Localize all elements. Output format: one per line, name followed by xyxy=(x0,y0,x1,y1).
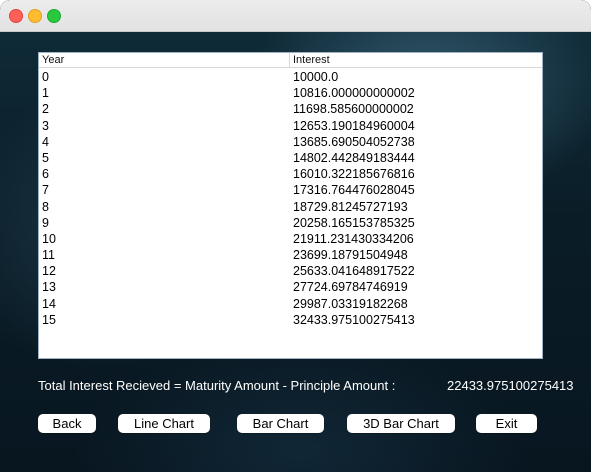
year-cell: 12 xyxy=(42,264,56,279)
interest-cell: 21911.231430334206 xyxy=(293,231,414,246)
summary-value: 22433.975100275413 xyxy=(447,378,574,393)
interest-cell: 29987.03319182268 xyxy=(293,296,408,311)
exit-button[interactable]: Exit xyxy=(476,414,537,433)
interest-cell: 18729.81245727193 xyxy=(293,199,408,214)
table-row[interactable]: 13 27724.69784746919 xyxy=(39,279,542,295)
3d-bar-chart-button[interactable]: 3D Bar Chart xyxy=(347,414,455,433)
year-cell: 5 xyxy=(42,150,49,165)
interest-cell: 13685.690504052738 xyxy=(293,134,415,149)
title-bar xyxy=(0,0,591,32)
year-cell: 8 xyxy=(42,199,49,214)
close-window-icon[interactable] xyxy=(9,9,23,23)
table-row[interactable]: 14 29987.03319182268 xyxy=(39,296,542,312)
year-cell: 6 xyxy=(42,167,49,182)
table-body: 0 10000.0 1 10816.000000000002 2 11698.585600… xyxy=(39,69,542,328)
interest-table[interactable]: Year Interest 0 10000.0 1 10816.00000000000… xyxy=(38,52,543,359)
interest-cell: 10816.000000000002 xyxy=(293,86,415,101)
minimize-window-icon[interactable] xyxy=(28,9,42,23)
interest-cell: 27724.69784746919 xyxy=(293,280,408,295)
interest-cell: 16010.322185676816 xyxy=(293,167,415,182)
interest-cell: 23699.18791504948 xyxy=(293,248,408,263)
table-row[interactable]: 6 16010.322185676816 xyxy=(39,166,542,182)
table-row[interactable]: 12 25633.041648917522 xyxy=(39,263,542,279)
table-row[interactable]: 10 21911.231430334206 xyxy=(39,231,542,247)
interest-cell: 32433.975100275413 xyxy=(293,312,415,327)
year-cell: 9 xyxy=(42,215,49,230)
bar-chart-button[interactable]: Bar Chart xyxy=(237,414,324,433)
table-row[interactable]: 11 23699.18791504948 xyxy=(39,247,542,263)
table-row[interactable]: 4 13685.690504052738 xyxy=(39,134,542,150)
interest-cell: 12653.190184960004 xyxy=(293,118,415,133)
table-row[interactable]: 5 14802.442849183444 xyxy=(39,150,542,166)
line-chart-button[interactable]: Line Chart xyxy=(118,414,210,433)
content-area: Year Interest 0 10000.0 1 10816.00000000000… xyxy=(0,32,591,472)
interest-cell: 14802.442849183444 xyxy=(293,150,415,165)
summary-label: Total Interest Recieved = Maturity Amoun… xyxy=(38,378,396,393)
year-cell: 14 xyxy=(42,296,56,311)
table-header: Year Interest xyxy=(39,53,542,68)
interest-cell: 25633.041648917522 xyxy=(293,264,415,279)
maximize-window-icon[interactable] xyxy=(47,9,61,23)
table-row[interactable]: 9 20258.165153785325 xyxy=(39,215,542,231)
year-cell: 15 xyxy=(42,312,56,327)
interest-cell: 20258.165153785325 xyxy=(293,215,415,230)
year-cell: 3 xyxy=(42,118,49,133)
table-row[interactable]: 0 10000.0 xyxy=(39,69,542,85)
year-cell: 7 xyxy=(42,183,49,198)
year-cell: 1 xyxy=(42,86,49,101)
table-row[interactable]: 8 18729.81245727193 xyxy=(39,199,542,215)
table-row[interactable]: 2 11698.585600000002 xyxy=(39,101,542,117)
year-cell: 4 xyxy=(42,134,49,149)
year-cell: 2 xyxy=(42,102,49,117)
column-header-year[interactable]: Year xyxy=(39,53,290,67)
summary-line: Total Interest Recieved = Maturity Amoun… xyxy=(38,378,591,394)
table-row[interactable]: 3 12653.190184960004 xyxy=(39,118,542,134)
back-button[interactable]: Back xyxy=(38,414,96,433)
column-header-interest[interactable]: Interest xyxy=(290,53,542,67)
year-cell: 13 xyxy=(42,280,56,295)
year-cell: 0 xyxy=(42,70,49,84)
interest-cell: 17316.764476028045 xyxy=(293,183,415,198)
app-window: Year Interest 0 10000.0 1 10816.00000000000… xyxy=(0,0,591,472)
table-row[interactable]: 15 32433.975100275413 xyxy=(39,312,542,328)
year-cell: 11 xyxy=(42,248,55,263)
table-row[interactable]: 7 17316.764476028045 xyxy=(39,182,542,198)
interest-cell: 11698.585600000002 xyxy=(293,102,414,117)
year-cell: 10 xyxy=(42,231,56,246)
table-row[interactable]: 1 10816.000000000002 xyxy=(39,85,542,101)
interest-cell: 10000.0 xyxy=(293,70,339,84)
